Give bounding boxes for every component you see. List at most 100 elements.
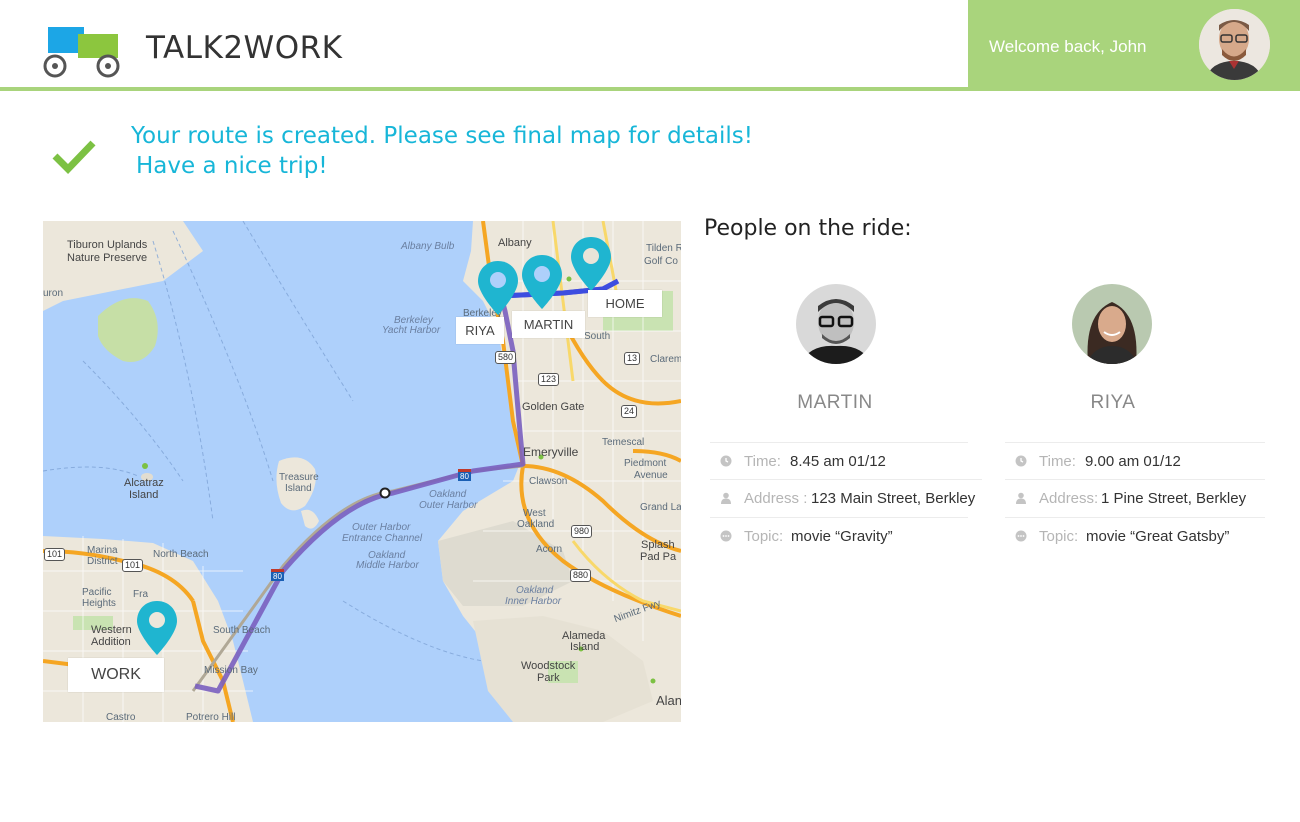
martin-address: 123 Main Street, Berkley	[811, 490, 976, 507]
map-label-middle-harbor: Middle Harbor	[356, 560, 419, 571]
welcome-text: Welcome back, John	[989, 37, 1147, 56]
welcome-panel: Welcome back, John	[968, 0, 1300, 87]
map-label-alan: Alan	[656, 693, 681, 708]
map-label-western: Western	[91, 624, 132, 636]
clock-icon	[1015, 455, 1027, 467]
highway-shield: 980	[571, 525, 593, 538]
work-pin-label: WORK	[68, 658, 164, 692]
topic-label: Topic:	[1039, 528, 1079, 545]
map-label-outer-harbor-channel: Outer Harbor	[352, 522, 411, 533]
map-label-piedmont: Piedmont	[624, 458, 667, 469]
map-label-west-oakland: Oakland	[517, 519, 555, 530]
martin-pin-label: MARTIN	[512, 311, 585, 338]
riya-address-row: Address: 1 Pine Street, Berkley	[1005, 479, 1265, 517]
chat-bubble-icon	[1015, 530, 1027, 542]
page: TALK2WORK Welcome back, John Your route …	[0, 0, 1300, 822]
highway-shield: 101	[44, 548, 66, 561]
time-label: Time:	[1039, 453, 1076, 470]
interstate-shield: 80	[271, 569, 284, 581]
map-label-outer-harbor: Outer Harbor	[419, 500, 478, 511]
work-pin-icon[interactable]	[135, 599, 179, 657]
martin-address-row: Address : 123 Main Street, Berkley	[710, 479, 982, 517]
map-label-splash: Splash	[641, 539, 675, 551]
martin-topic: movie “Gravity”	[791, 528, 893, 545]
highway-shield: 880	[570, 569, 592, 582]
map-label-tilden: Tilden R	[646, 243, 681, 254]
martin-time-row: Time: 8.45 am 01/12	[710, 442, 968, 480]
address-label: Address :	[744, 490, 808, 507]
map-label-park: Park	[537, 672, 560, 684]
map-label-west: West	[523, 508, 546, 519]
people-title: People on the ride:	[704, 216, 912, 241]
map-label-temescal: Temescal	[602, 437, 645, 448]
header: TALK2WORK Welcome back, John	[0, 0, 1300, 91]
riya-name: RIYA	[1090, 392, 1136, 413]
martin-name: MARTIN	[797, 392, 873, 413]
map-label-grand-lake: Grand La	[640, 502, 681, 513]
map-label-heights: Heights	[82, 598, 116, 609]
map-label-emeryville: Emeryville	[523, 445, 579, 459]
map-label-south-beach: South Beach	[213, 625, 271, 636]
map-label-addition: Addition	[91, 636, 131, 648]
riya-address: 1 Pine Street, Berkley	[1101, 490, 1247, 507]
martin-avatar[interactable]	[796, 284, 876, 364]
chat-bubble-icon	[720, 530, 732, 542]
map-label-marina: Marina	[87, 545, 118, 556]
martin-time: 8.45 am 01/12	[790, 453, 886, 470]
map-label-alcatraz-island: Island	[129, 489, 159, 501]
map-label-island: Island	[285, 483, 312, 494]
map-label-alameda-island: Island	[570, 641, 600, 653]
address-label: Address:	[1039, 490, 1099, 507]
riya-topic: movie “Great Gatsby”	[1086, 528, 1230, 545]
map-label-piedmont-ave: Avenue	[634, 470, 668, 481]
map-label-castro: Castro	[106, 712, 136, 722]
route-created-message: Your route is created. Please see final …	[131, 123, 753, 149]
map-label-treasure: Treasure	[279, 472, 319, 483]
home-pin-icon[interactable]	[569, 235, 613, 293]
riya-avatar[interactable]	[1072, 284, 1152, 364]
map-label-acorn: Acorn	[536, 544, 563, 555]
route-map[interactable]: Tiburon Uplands Nature Preserve uron Alb…	[43, 221, 681, 722]
map-label-uron: uron	[43, 288, 64, 299]
trip-wish-message: Have a nice trip!	[136, 153, 328, 179]
riya-topic-row: Topic: movie “Great Gatsby”	[1005, 517, 1265, 555]
map-label-woodstock: Woodstock	[521, 660, 576, 672]
map-label-mission-bay: Mission Bay	[204, 665, 258, 676]
map-label-yacht-harbor: Yacht Harbor	[382, 325, 441, 336]
riya-time-row: Time: 9.00 am 01/12	[1005, 442, 1265, 480]
highway-shield: 580	[495, 351, 517, 364]
truck-logo-icon[interactable]	[42, 24, 124, 78]
highway-shield: 101	[122, 559, 144, 572]
interstate-shield: 80	[458, 469, 471, 481]
highway-shield: 24	[621, 405, 638, 418]
map-label-alcatraz: Alcatraz	[124, 477, 164, 489]
martin-pin-icon[interactable]	[520, 253, 564, 311]
map-label-tiburon: Tiburon Uplands	[67, 239, 148, 251]
map-label-nature-preserve: Nature Preserve	[67, 252, 148, 264]
user-avatar[interactable]	[1199, 9, 1270, 80]
riya-time: 9.00 am 01/12	[1085, 453, 1181, 470]
map-label-north-beach: North Beach	[153, 549, 209, 560]
checkmark-icon	[52, 140, 96, 174]
home-pin-label: HOME	[588, 290, 662, 317]
map-label-claremont: Claremo	[650, 354, 681, 365]
person-icon	[721, 492, 731, 504]
map-label-golf: Golf Co	[644, 256, 678, 267]
map-label-pad-park: Pad Pa	[640, 551, 677, 563]
riya-pin-label: RIYA	[456, 317, 504, 344]
map-label-district: District	[87, 556, 118, 567]
martin-topic-row: Topic: movie “Gravity”	[710, 517, 968, 555]
topic-label: Topic:	[744, 528, 784, 545]
clock-icon	[720, 455, 732, 467]
map-label-albany: Albany	[498, 237, 532, 249]
map-label-oakland: Oakland	[429, 489, 467, 500]
map-label-golden-gate: Golden Gate	[522, 401, 585, 413]
map-label-entrance-channel: Entrance Channel	[342, 533, 423, 544]
riya-pin-icon[interactable]	[476, 259, 520, 317]
map-label-south: South	[584, 331, 611, 342]
person-icon	[1016, 492, 1026, 504]
map-label-pacific: Pacific	[82, 587, 112, 598]
app-title: TALK2WORK	[146, 30, 343, 66]
map-label-inner-harbor: Inner Harbor	[505, 596, 562, 607]
highway-shield: 123	[538, 373, 560, 386]
